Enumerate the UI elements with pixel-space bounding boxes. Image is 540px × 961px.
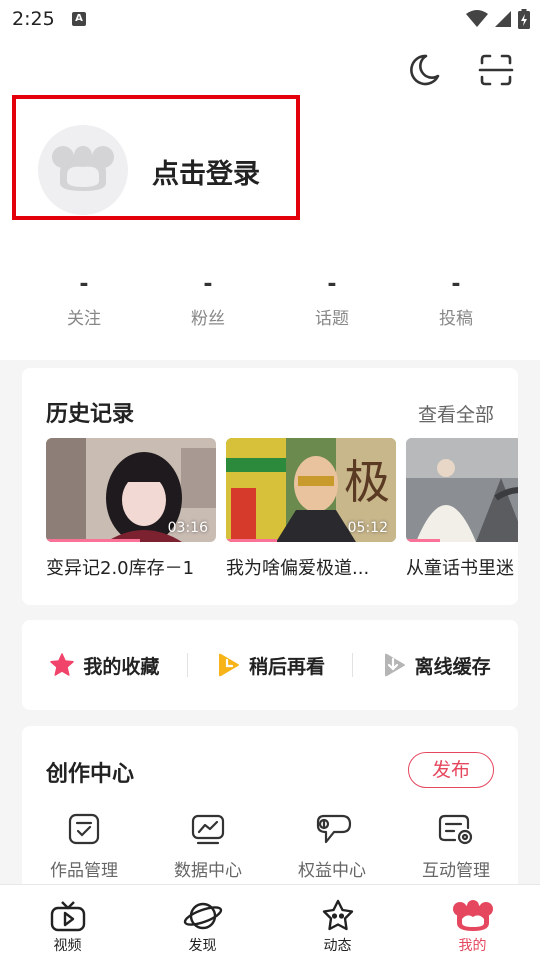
nav-label: 我的 [458,938,487,954]
history-item[interactable]: 03:16 变异记2.0库存－1 [46,438,216,580]
history-list: 03:16 变异记2.0库存－1 极 05:12 我为啥偏爱极道... 从童话书… [46,438,518,588]
svg-text:极: 极 [344,455,390,509]
benefits-center-button[interactable]: 权益中心 [270,812,394,881]
thumbnail-image [406,438,518,542]
view-all-link[interactable]: 查看全部 [418,400,494,427]
scan-icon [478,54,514,86]
signal-icon [495,11,511,27]
video-thumbnail: 03:16 [46,438,216,542]
benefits-icon [316,814,352,844]
quick-links-card: 我的收藏 稍后再看 离线缓存 [22,620,518,710]
profile-mascot-icon [452,900,493,931]
publish-button[interactable]: 发布 [408,752,494,788]
watch-progress-bar [46,539,140,542]
interaction-management-button[interactable]: 互动管理 [394,812,518,881]
history-item[interactable]: 从童话书里迷 [406,438,518,580]
video-thumbnail: 极 05:12 [226,438,396,542]
offline-cache-button[interactable]: 离线缓存 [353,652,518,679]
quick-link-label: 离线缓存 [414,655,491,678]
video-tv-icon [50,901,85,932]
login-link[interactable]: 点击登录 [152,152,260,191]
stat-label: 投稿 [439,309,473,329]
works-management-button[interactable]: 作品管理 [22,812,146,881]
video-duration: 03:16 [167,520,208,536]
stat-submissions[interactable]: - 投稿 [394,272,518,342]
video-thumbnail [406,438,518,542]
stat-label: 粉丝 [191,309,225,329]
video-title: 我为啥偏爱极道... [226,558,370,579]
quick-link-label: 我的收藏 [83,655,160,678]
watch-progress-bar [406,539,440,542]
creation-center-card: 创作中心 发布 作品管理 数据中心 权益中心 互动管理 [22,726,518,901]
scan-button[interactable] [476,50,516,90]
moon-icon [410,54,440,86]
night-mode-button[interactable] [404,50,444,90]
stat-following[interactable]: - 关注 [22,272,146,342]
stats-row: - 关注 - 粉丝 - 话题 - 投稿 [22,272,518,342]
video-title: 从童话书里迷 [406,558,514,579]
data-chart-icon [191,814,225,845]
star-face-icon [322,899,353,931]
history-item[interactable]: 极 05:12 我为啥偏爱极道... [226,438,396,580]
works-icon [68,813,100,845]
avatar[interactable] [38,125,128,215]
battery-icon [518,9,530,29]
stat-label: 关注 [67,309,101,329]
planet-icon [183,902,222,930]
status-time: 2:25 [12,8,55,30]
video-duration: 05:12 [347,520,388,536]
quick-link-label: 稍后再看 [249,655,326,678]
nav-discover[interactable]: 发现 [135,885,270,961]
history-card: 历史记录 查看全部 03:16 变异记2.0库存－1 极 05:12 我为啥偏爱… [22,368,518,605]
stat-value: - [79,272,89,297]
bottom-nav: 视频 发现 动态 我的 [0,884,540,961]
stat-followers[interactable]: - 粉丝 [146,272,270,342]
history-title: 历史记录 [46,402,135,427]
notification-icon: A [72,12,86,26]
tool-label: 权益中心 [298,861,366,881]
tool-label: 数据中心 [174,861,242,881]
status-bar: 2:25 A [0,0,540,38]
favorites-button[interactable]: 我的收藏 [22,652,187,679]
tool-label: 作品管理 [50,861,118,881]
stat-value: - [203,272,213,297]
status-icons [466,9,530,29]
interaction-icon [438,814,473,845]
stat-value: - [451,272,461,297]
nav-dynamics[interactable]: 动态 [270,885,405,961]
download-icon [384,653,405,677]
wifi-icon [466,10,488,27]
star-icon [50,653,75,676]
nav-video[interactable]: 视频 [0,885,135,961]
stat-value: - [327,272,337,297]
nav-mine[interactable]: 我的 [405,885,540,961]
tool-label: 互动管理 [422,861,490,881]
creation-title: 创作中心 [46,762,135,787]
nav-label: 发现 [188,938,217,954]
watch-later-button[interactable]: 稍后再看 [188,652,353,679]
nav-label: 动态 [323,938,352,954]
default-avatar-icon [52,146,114,191]
clock-icon [219,653,239,677]
nav-label: 视频 [53,938,82,954]
creation-tools: 作品管理 数据中心 权益中心 互动管理 [22,812,518,881]
stat-label: 话题 [315,309,349,329]
data-center-button[interactable]: 数据中心 [146,812,270,881]
stat-topics[interactable]: - 话题 [270,272,394,342]
video-title: 变异记2.0库存－1 [46,558,195,579]
watch-progress-bar [226,539,277,542]
